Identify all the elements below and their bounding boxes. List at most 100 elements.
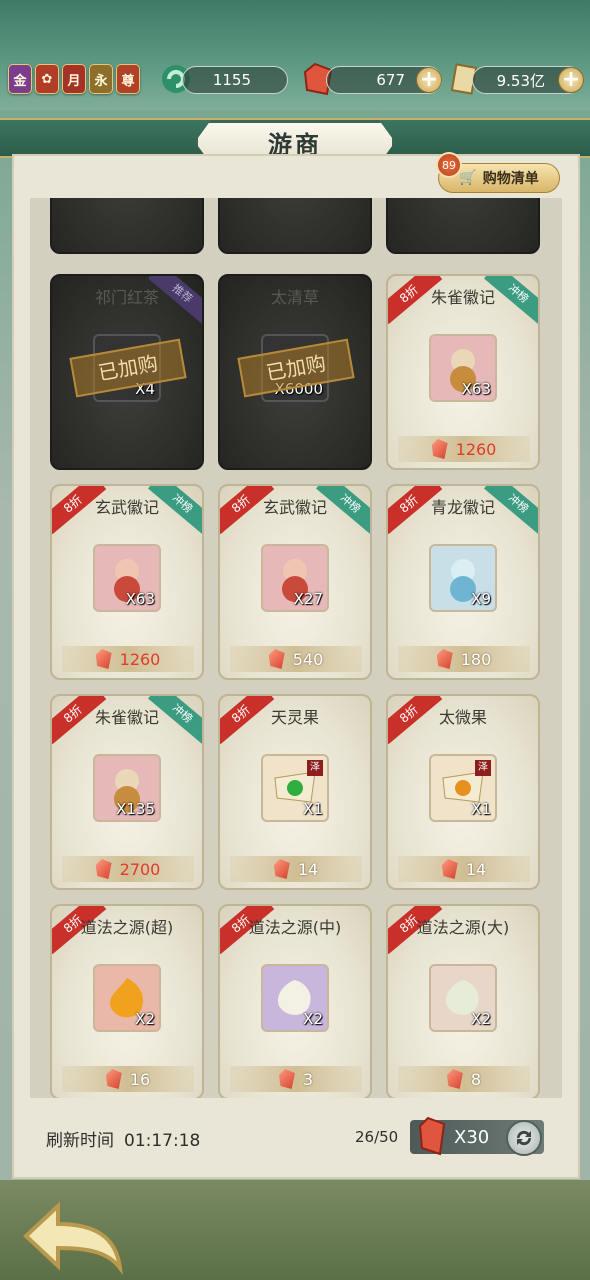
badge-label: 尊 [121,73,135,89]
item-price: 1260 [455,439,497,459]
badge-jin[interactable]: 金 [8,64,32,94]
azure-dragon-gourd-icon: X9 [429,544,497,612]
black-tortoise-gourd-icon: X63 [93,544,161,612]
item-name: 朱雀徽记 [430,288,495,307]
item-name: 道法之源(超) [80,918,174,937]
red-gem-icon [95,649,112,669]
dao-source-medium-icon: X2 [261,964,329,1032]
item-card[interactable]: 8折 天灵果 泽 X1 14 [218,694,372,890]
red-gem-icon [278,1069,295,1089]
item-card[interactable]: 8折 冲榜 朱雀徽记 X135 2700 [50,694,204,890]
dao-source-large-icon: X2 [429,964,497,1032]
item-name: 道法之源(中) [248,918,342,937]
red-gem-icon [273,859,290,879]
item-card[interactable]: 8折 太微果 泽 X1 14 [386,694,540,890]
item-qty: X2 [135,1010,155,1028]
taiwei-fruit-icon: 泽 X1 [429,754,497,822]
red-gem-icon [95,859,112,879]
resource-value: 1155 [212,71,251,89]
item-name: 朱雀徽记 [94,708,159,727]
refresh-cycle-icon[interactable] [506,1120,542,1156]
item-qty: X63 [125,590,155,608]
item-name: 青龙徽记 [430,498,495,517]
cart-count-badge: 89 [436,152,462,178]
item-name: 祁门红茶 [94,288,159,307]
resource-value: 9.53亿 [496,71,545,90]
item-price: 8 [470,1069,482,1089]
add-scroll-button[interactable]: + [558,67,584,93]
item-qty: X2 [471,1010,491,1028]
item-name: 玄武徽记 [94,498,159,517]
item-qty: X135 [116,800,155,818]
resource-value: 677 [376,71,405,89]
item-card-partial [50,198,204,254]
price-bar: 1260 [398,436,530,462]
red-gem-icon [436,649,453,669]
price-bar: 180 [398,646,530,672]
item-name: 天灵果 [270,708,319,727]
item-name: 道法之源(大) [416,918,510,937]
badge-label: 月 [67,73,81,89]
item-price: 3 [302,1069,314,1089]
vip-badges: 金 ✿ 月 永 尊 [8,64,140,94]
badge-flower-icon[interactable]: ✿ [35,64,59,94]
price-bar: 3 [230,1066,362,1092]
item-card-partial [218,198,372,254]
badge-yong[interactable]: 永 [89,64,113,94]
price-bar: 540 [230,646,362,672]
item-price: 14 [297,859,319,879]
vermilion-gourd-icon: X135 [93,754,161,822]
price-bar: 14 [230,856,362,882]
item-qty: X27 [293,590,323,608]
item-qty: X9 [471,590,491,608]
item-card[interactable]: 8折 道法之源(大) X2 8 [386,904,540,1098]
item-qty: X63 [461,380,491,398]
item-card[interactable]: 8折 冲榜 青龙徽记 X9 180 [386,484,540,680]
red-gem-icon [441,859,458,879]
badge-zun[interactable]: 尊 [116,64,140,94]
dao-source-super-icon: X2 [93,964,161,1032]
red-gem-icon [268,649,285,669]
item-qty: X1 [471,800,491,818]
item-name: 太微果 [438,708,487,727]
item-price: 1260 [119,649,161,669]
badge-label: 永 [94,73,108,89]
cart-icon: 🛒 [459,170,477,186]
heaven-fruit-icon: 泽 X1 [261,754,329,822]
item-grid: 推荐 祁门红茶 X4 已加购 太清草 X6000 已加购 8折 冲榜 朱雀徽记 … [30,198,562,1098]
item-card[interactable]: 8折 道法之源(超) X2 16 [50,904,204,1098]
vermilion-gourd-icon: X63 [429,334,497,402]
item-qty: X2 [303,1010,323,1028]
back-arrow-icon[interactable] [18,1196,128,1276]
ze-mark: 泽 [307,760,323,776]
item-price: 14 [465,859,487,879]
red-gem-icon [418,1116,446,1156]
item-price: 540 [292,649,324,669]
item-card[interactable]: 8折 道法之源(中) X2 3 [218,904,372,1098]
price-bar: 1260 [62,646,194,672]
item-price: 180 [460,649,492,669]
red-gem-icon [431,439,448,459]
item-card[interactable]: 8折 冲榜 玄武徽记 X27 540 [218,484,372,680]
resource-jade: 1155 [182,66,288,94]
refresh-time: 01:17:18 [124,1131,201,1151]
add-gem-button[interactable]: + [416,67,442,93]
item-name: 玄武徽记 [262,498,327,517]
item-price: 2700 [119,859,161,879]
item-card[interactable]: 8折 冲榜 玄武徽记 X63 1260 [50,484,204,680]
item-card[interactable]: 太清草 X6000 已加购 [218,274,372,470]
item-card[interactable]: 推荐 祁门红茶 X4 已加购 [50,274,204,470]
item-card[interactable]: 8折 冲榜 朱雀徽记 X63 1260 [386,274,540,470]
refresh-timer: 刷新时间 01:17:18 [46,1126,200,1151]
badge-label: 金 [13,73,27,89]
ze-mark: 泽 [475,760,491,776]
refresh-label: 刷新时间 [46,1131,114,1151]
item-price: 16 [129,1069,151,1089]
cart-count: 89 [442,158,456,172]
item-qty: X1 [303,800,323,818]
refresh-cost: X30 [454,1126,490,1148]
red-gem-icon [105,1069,122,1089]
buy-count: 26/50 [355,1128,399,1146]
badge-yue[interactable]: 月 [62,64,86,94]
item-card-partial [386,198,540,254]
